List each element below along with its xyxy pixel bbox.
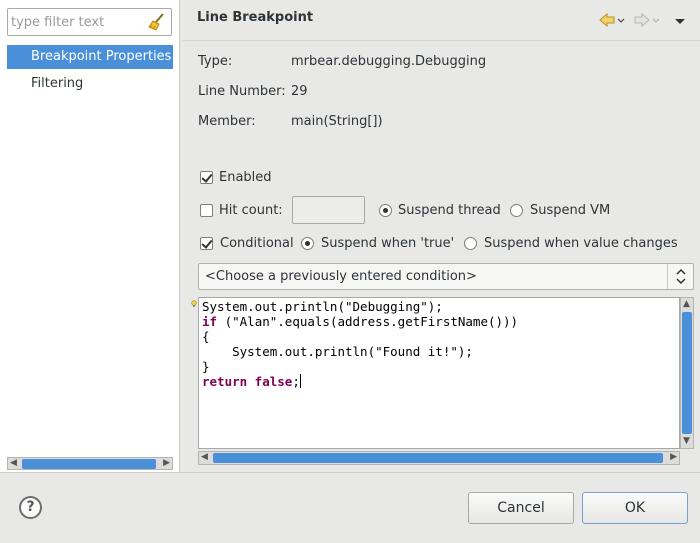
properties-page: Line Breakpoint Type: mrbear.debugging.D… bbox=[183, 0, 700, 472]
conditional-label: Conditional bbox=[220, 236, 294, 251]
scrollbar-thumb[interactable] bbox=[213, 453, 663, 463]
condition-history-value: <Choose a previously entered condition> bbox=[205, 269, 477, 284]
scroll-up-icon[interactable]: ▲ bbox=[683, 299, 690, 310]
page-title: Line Breakpoint bbox=[197, 10, 314, 25]
suspend-when-true-radio[interactable] bbox=[301, 237, 314, 250]
help-button[interactable]: ? bbox=[19, 496, 42, 519]
broom-clear-icon[interactable] bbox=[147, 12, 167, 32]
preference-tree-pane: Breakpoint Properties Filtering ◀ ▶ bbox=[0, 0, 180, 472]
text-caret bbox=[299, 374, 301, 388]
forward-arrow-icon[interactable] bbox=[634, 12, 660, 30]
keyword-if: if bbox=[202, 314, 218, 329]
enabled-label: Enabled bbox=[219, 170, 272, 185]
view-menu-chevron-down-icon[interactable] bbox=[673, 14, 687, 28]
scroll-left-icon[interactable]: ◀ bbox=[201, 452, 208, 463]
condition-history-select[interactable]: <Choose a previously entered condition> bbox=[198, 263, 694, 290]
code-line: System.out.println("Found it!"); bbox=[202, 344, 473, 359]
hit-count-input[interactable] bbox=[292, 196, 365, 224]
scroll-down-icon[interactable]: ▼ bbox=[683, 436, 690, 447]
condition-code[interactable]: System.out.println("Debugging"); if ("Al… bbox=[202, 299, 518, 389]
suspend-vm-radio[interactable] bbox=[510, 204, 523, 217]
enabled-checkbox[interactable] bbox=[200, 171, 213, 184]
suspend-when-true-label: Suspend when 'true' bbox=[321, 236, 455, 251]
editor-horizontal-scrollbar[interactable]: ◀ ▶ bbox=[198, 451, 680, 465]
hit-count-label: Hit count: bbox=[219, 203, 283, 218]
filter-box bbox=[7, 8, 172, 36]
type-label: Type: bbox=[198, 54, 233, 69]
ok-button[interactable]: OK bbox=[582, 492, 688, 524]
member-label: Member: bbox=[198, 114, 256, 129]
condition-code-editor[interactable]: System.out.println("Debugging"); if ("Al… bbox=[198, 297, 680, 449]
content-assist-bulb-icon bbox=[191, 297, 197, 307]
conditional-checkbox[interactable] bbox=[200, 237, 213, 250]
scroll-right-icon[interactable]: ▶ bbox=[670, 452, 677, 463]
type-value: mrbear.debugging.Debugging bbox=[291, 54, 487, 69]
line-number-value: 29 bbox=[291, 84, 308, 99]
title-divider bbox=[183, 40, 700, 41]
code-line: ("Alan".equals(address.getFirstName())) bbox=[217, 314, 519, 329]
scroll-right-icon[interactable]: ▶ bbox=[163, 458, 170, 469]
tree-horizontal-scrollbar[interactable]: ◀ ▶ bbox=[7, 457, 173, 470]
tree-item-filtering[interactable]: Filtering bbox=[7, 72, 173, 96]
keyword-return: return false bbox=[202, 374, 293, 389]
suspend-vm-label: Suspend VM bbox=[530, 203, 611, 218]
back-arrow-icon[interactable] bbox=[599, 12, 625, 30]
suspend-thread-radio[interactable] bbox=[379, 204, 392, 217]
up-down-chevron-icon[interactable] bbox=[667, 264, 693, 289]
code-line: } bbox=[202, 359, 210, 374]
button-bar-divider bbox=[0, 472, 700, 473]
code-line: { bbox=[202, 329, 210, 344]
cancel-button[interactable]: Cancel bbox=[468, 492, 574, 524]
member-value: main(String[]) bbox=[291, 114, 383, 129]
code-line: ; bbox=[292, 374, 300, 389]
scroll-left-icon[interactable]: ◀ bbox=[10, 458, 17, 469]
suspend-when-changes-label: Suspend when value changes bbox=[484, 236, 678, 251]
suspend-thread-label: Suspend thread bbox=[398, 203, 501, 218]
code-line: System.out.println("Debugging"); bbox=[202, 299, 443, 314]
tree-item-breakpoint-properties[interactable]: Breakpoint Properties bbox=[7, 45, 173, 69]
editor-vertical-scrollbar[interactable]: ▲ ▼ bbox=[680, 297, 694, 449]
hit-count-checkbox[interactable] bbox=[200, 204, 213, 217]
suspend-when-changes-radio[interactable] bbox=[464, 237, 477, 250]
line-number-label: Line Number: bbox=[198, 84, 286, 99]
filter-input[interactable] bbox=[11, 12, 146, 32]
scrollbar-thumb[interactable] bbox=[682, 312, 692, 434]
scrollbar-thumb[interactable] bbox=[22, 459, 156, 469]
